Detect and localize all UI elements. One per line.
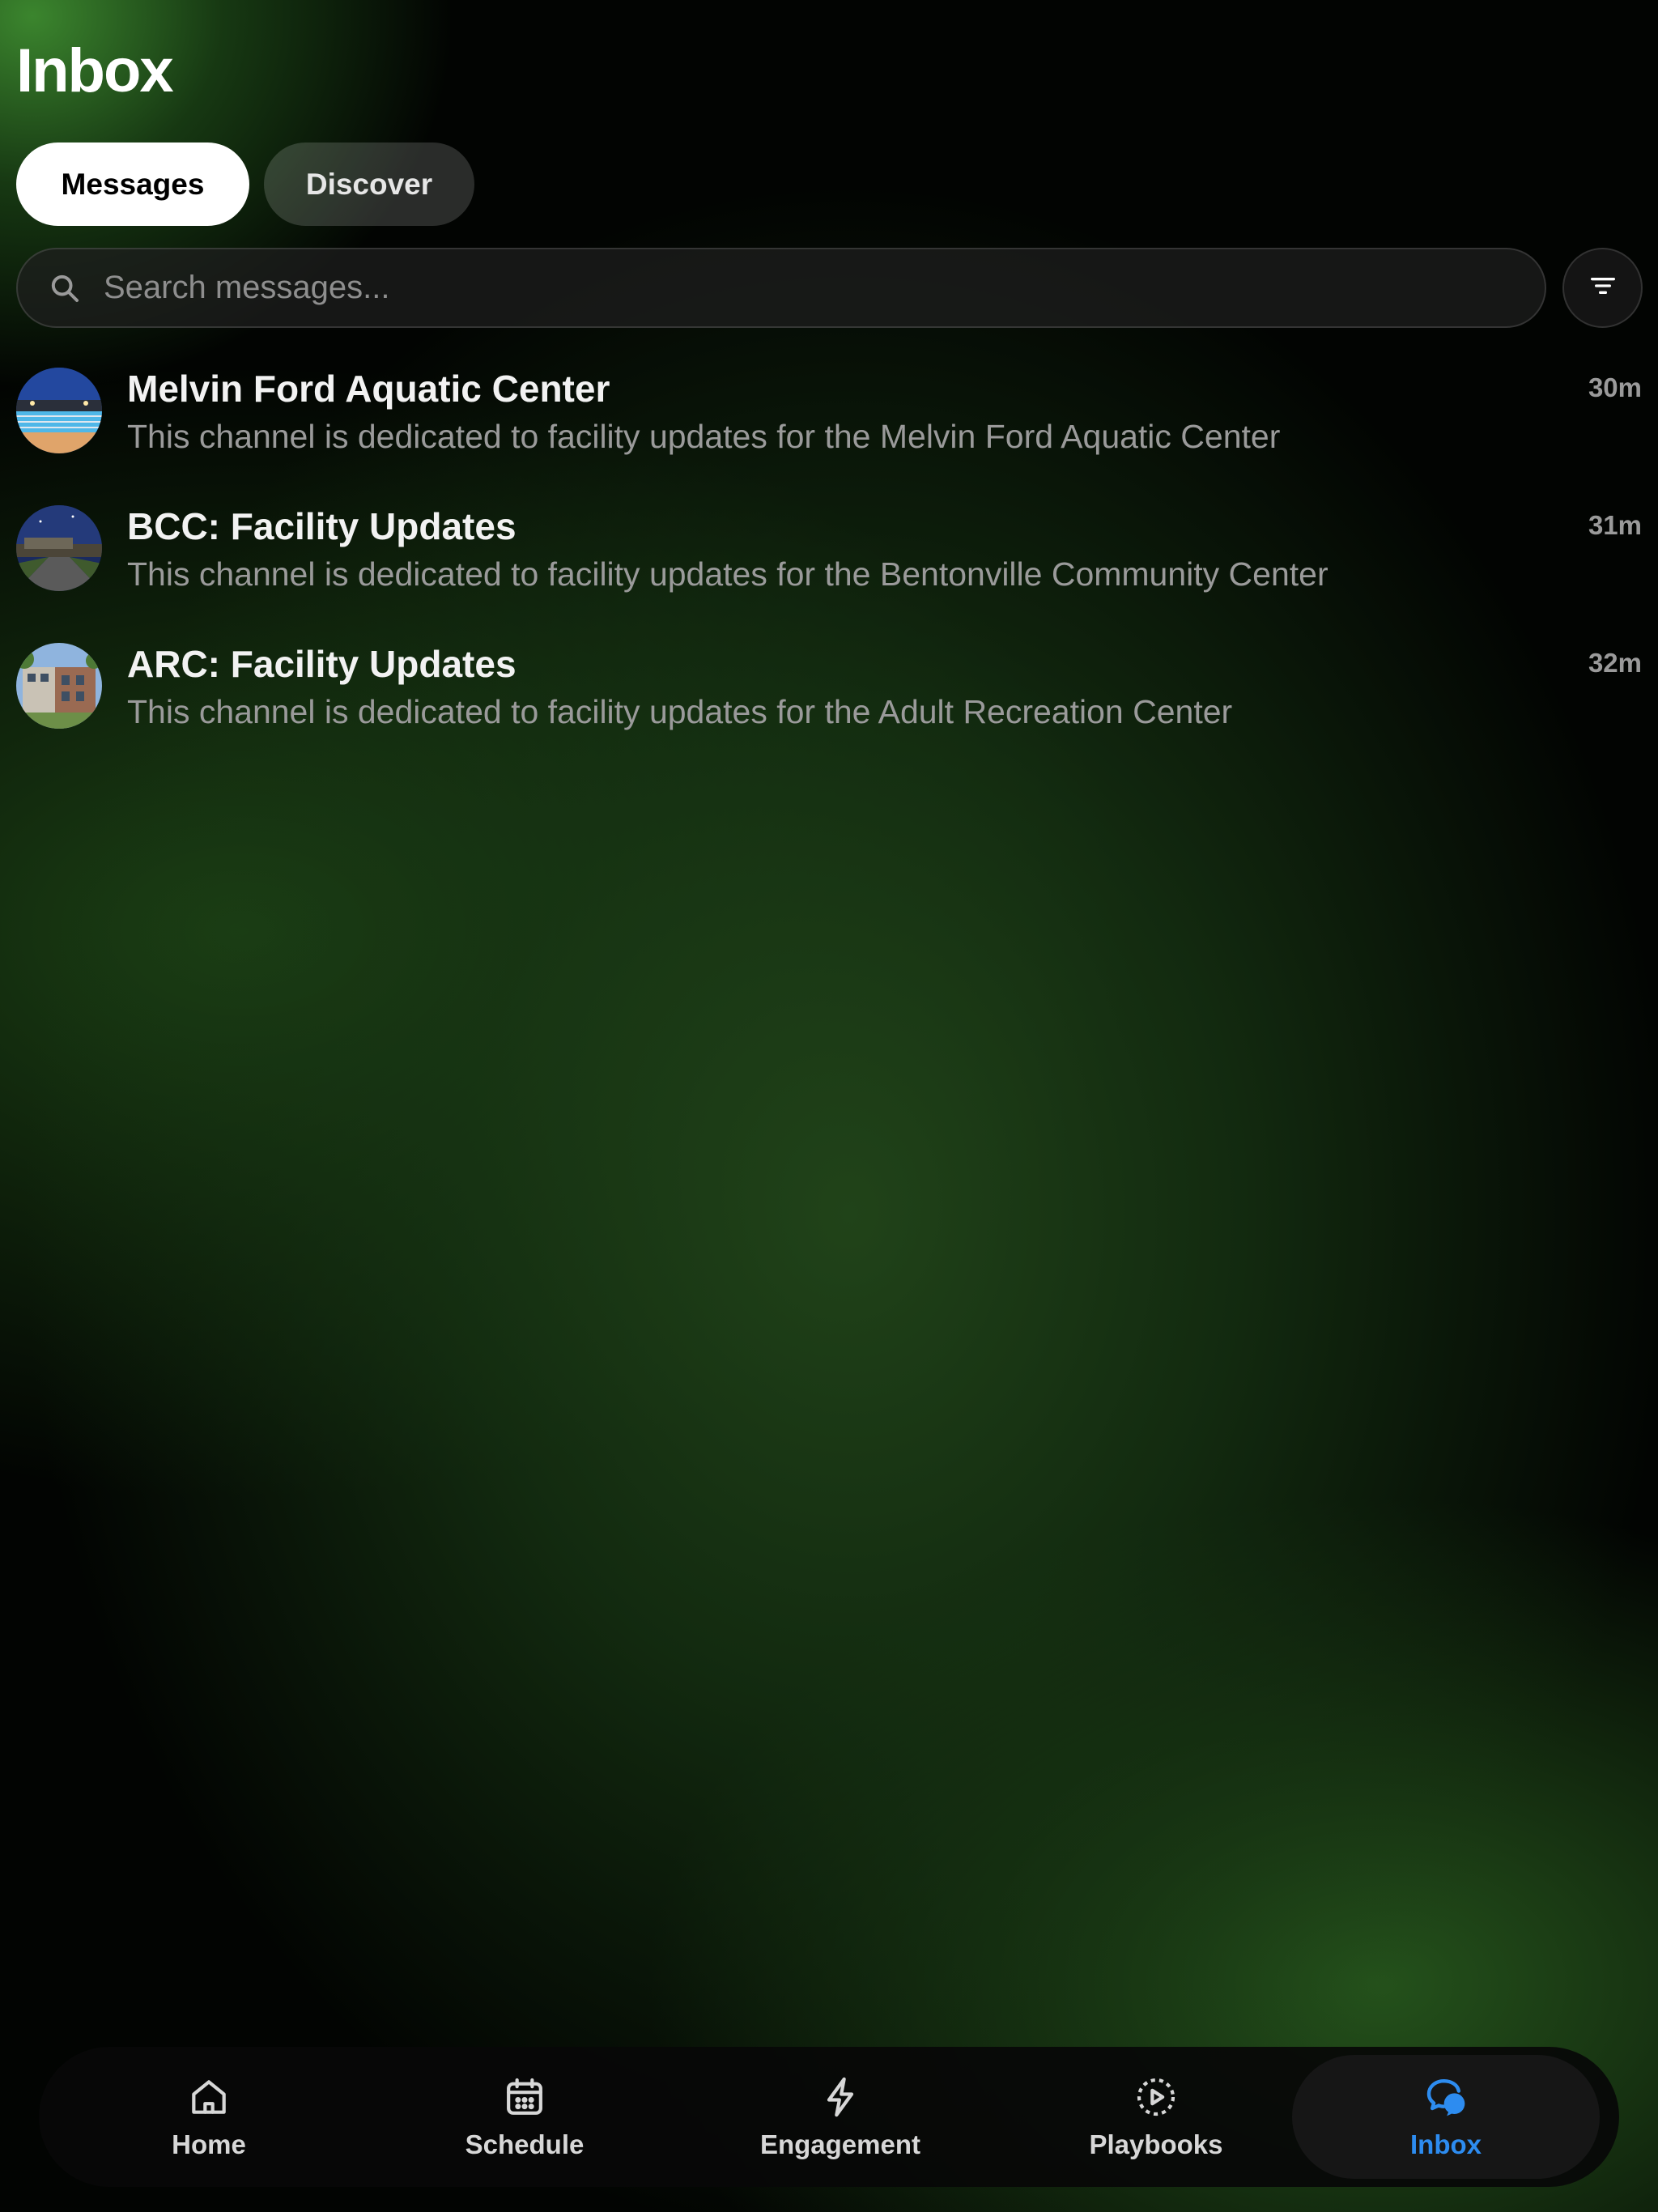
tab-label: Inbox (1410, 2129, 1482, 2159)
tab-label: Engagement (759, 2129, 921, 2159)
inbox-screen: Inbox Messages Discover Search messages.… (0, 0, 1658, 2212)
chat-bubbles-icon (1423, 2074, 1469, 2120)
tab-label: Home (172, 2129, 246, 2159)
channel-name: ARC: Facility Updates (127, 643, 517, 685)
lightning-icon (818, 2074, 863, 2120)
channel-timestamp: 31m (1588, 510, 1642, 540)
search-bar[interactable] (16, 248, 1546, 328)
calendar-icon (502, 2074, 547, 2120)
bottom-tab-bar: Home Schedule Engagement Playbooks Inbox (39, 2047, 1619, 2187)
tab-schedule[interactable]: Schedule (427, 2047, 622, 2187)
pool-photo-avatar (16, 368, 102, 453)
tab-discover[interactable]: Discover (264, 143, 474, 226)
channel-timestamp: 32m (1588, 648, 1642, 678)
tab-playbooks[interactable]: Playbooks (1051, 2047, 1261, 2187)
home-icon (186, 2074, 232, 2120)
tab-label: Schedule (465, 2129, 585, 2159)
tab-inbox[interactable]: Inbox (1292, 2055, 1600, 2179)
channel-row-melvin-ford[interactable]: Melvin Ford Aquatic Center This channel … (0, 356, 1658, 494)
channel-row-arc[interactable]: ARC: Facility Updates This channel is de… (0, 632, 1658, 769)
channel-row-bcc[interactable]: BCC: Facility Updates This channel is de… (0, 494, 1658, 632)
play-circle-icon (1133, 2074, 1179, 2120)
channel-description: This channel is dedicated to facility up… (127, 555, 1329, 593)
filter-button[interactable] (1562, 248, 1643, 328)
channel-description: This channel is dedicated to facility up… (127, 693, 1233, 730)
channel-name: Melvin Ford Aquatic Center (127, 368, 610, 410)
filter-icon (1587, 270, 1619, 306)
community-center-photo-avatar (16, 505, 102, 591)
search-icon (49, 270, 84, 306)
channel-timestamp: 30m (1588, 372, 1642, 402)
page-title: Inbox (16, 36, 174, 105)
channel-name: BCC: Facility Updates (127, 505, 517, 547)
tab-home[interactable]: Home (120, 2047, 298, 2187)
search-input[interactable] (102, 269, 1545, 307)
channel-description: This channel is dedicated to facility up… (127, 418, 1281, 455)
recreation-center-photo-avatar (16, 643, 102, 729)
channel-list: Melvin Ford Aquatic Center This channel … (0, 356, 1658, 769)
tab-label: Playbooks (1089, 2129, 1223, 2159)
tab-messages[interactable]: Messages (16, 143, 249, 226)
tab-engagement[interactable]: Engagement (719, 2047, 962, 2187)
